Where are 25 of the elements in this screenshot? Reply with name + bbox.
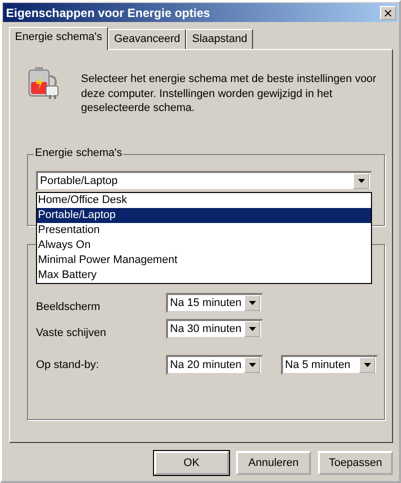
setting-label: Op stand-by: [36, 358, 100, 370]
battery-plug-icon [27, 66, 61, 100]
dialog-button[interactable]: Annuleren [236, 451, 311, 475]
list-item[interactable]: Always On [37, 238, 371, 252]
close-button[interactable]: × [380, 6, 396, 20]
list-item[interactable]: Presentation [37, 222, 371, 238]
tab[interactable]: Energie schema's [9, 27, 108, 50]
dialog-button[interactable]: OK [154, 451, 229, 475]
list-item[interactable]: Max Battery [37, 268, 371, 282]
list-item[interactable]: Minimal Power Management [37, 252, 371, 268]
setting-label: Vaste schijven [36, 326, 108, 338]
scheme-dropdown[interactable]: Portable/Laptop [36, 170, 372, 190]
tab[interactable]: Geavanceerd [108, 29, 186, 49]
description-text: Selecteer het energie schema met de beste instellingen voor deze computer. Instellingen worden gewijzigd in het geselecteerde schema. [81, 72, 378, 116]
group-label: Energie schema's [34, 146, 124, 158]
dialog-button[interactable]: Toepassen [318, 451, 393, 475]
time-dropdown[interactable]: Na 20 minuten [166, 354, 263, 374]
setting-label: Beeldscherm [36, 300, 102, 312]
window-title: Eigenschappen voor Energie opties [6, 6, 210, 20]
list-item[interactable]: Portable/Laptop [37, 208, 371, 222]
time-dropdown[interactable]: Na 5 minuten [281, 354, 378, 374]
time-dropdown[interactable]: Na 15 minuten [166, 292, 263, 312]
tab[interactable]: Slaapstand [186, 29, 254, 49]
time-dropdown[interactable]: Na 30 minuten [166, 318, 263, 338]
list-item[interactable]: Home/Office Desk [37, 192, 371, 208]
